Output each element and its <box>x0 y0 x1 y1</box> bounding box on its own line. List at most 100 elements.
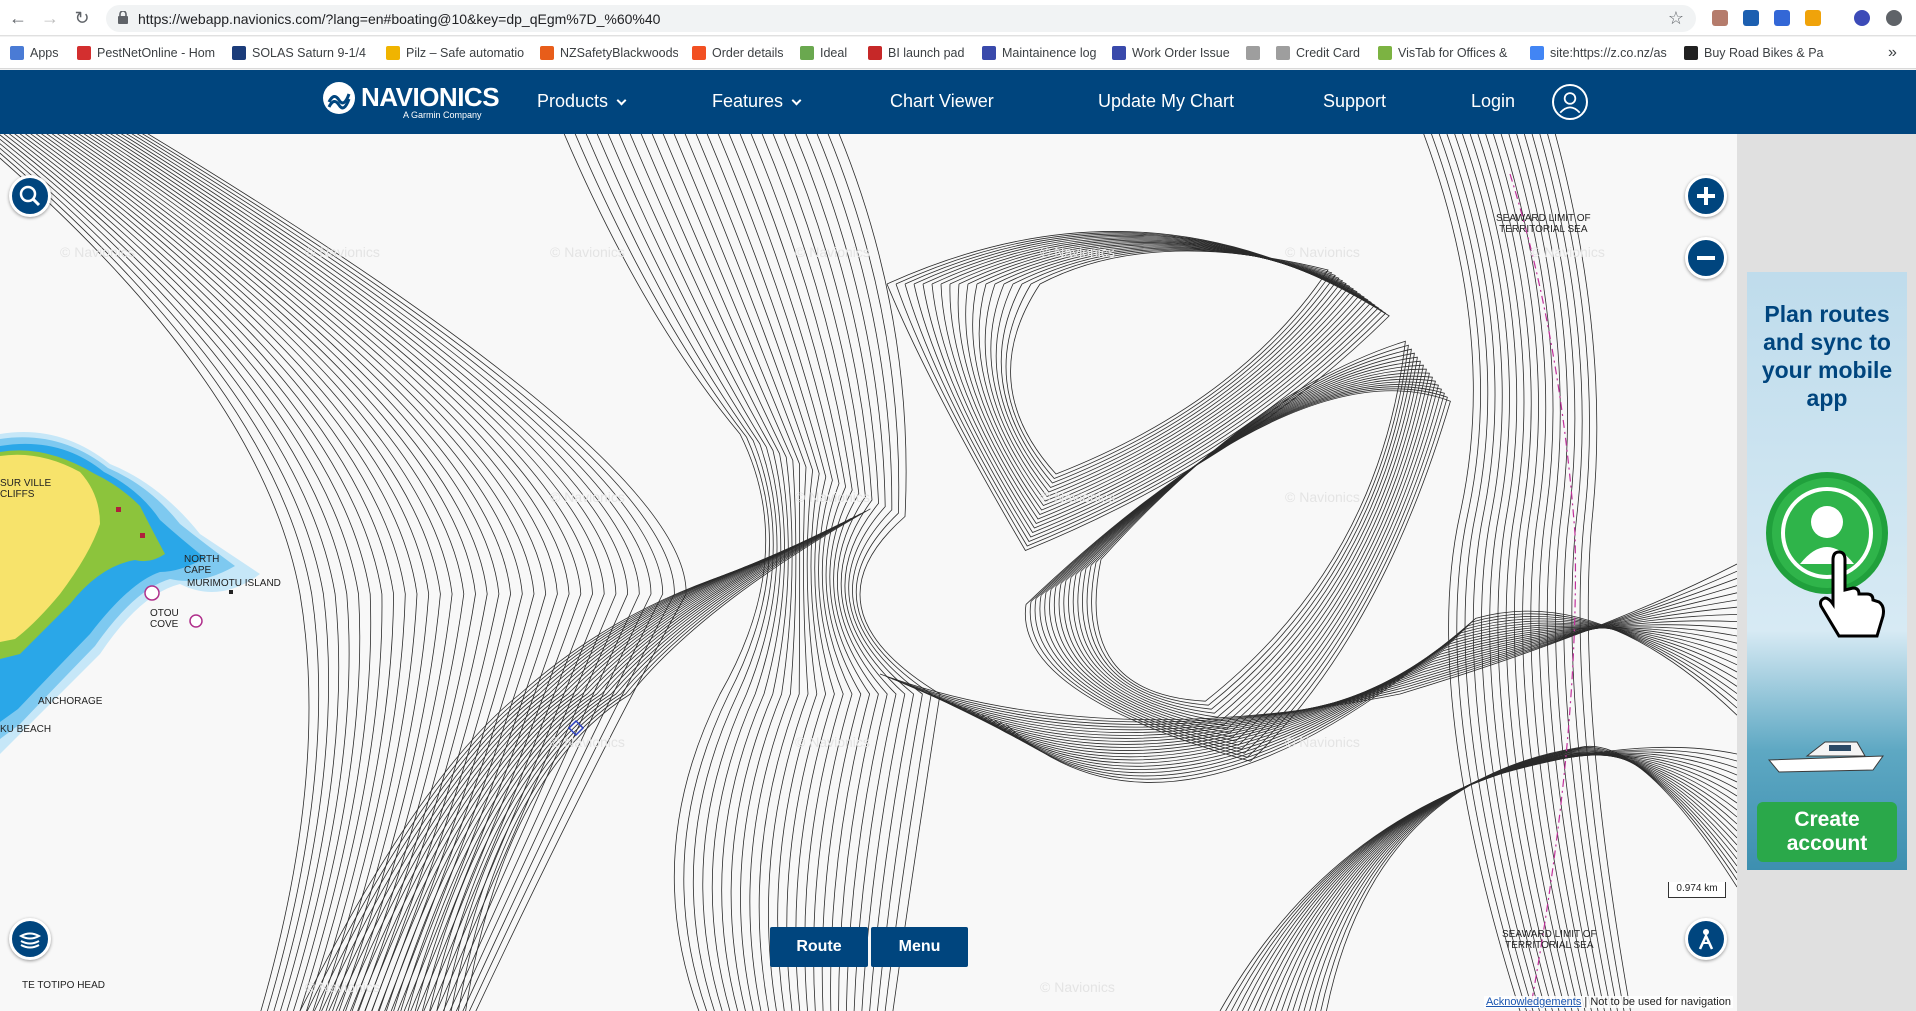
more-bookmarks-icon[interactable]: » <box>1888 43 1908 63</box>
bookmark-star-icon[interactable]: ☆ <box>1668 8 1684 29</box>
depth-contour <box>1068 364 1424 726</box>
depth-contour <box>1029 388 1448 758</box>
depth-contour <box>1236 752 1737 1011</box>
acknowledgements-link[interactable]: Acknowledgements <box>1486 996 1581 1008</box>
bookmark-item[interactable]: PestNetOnline - Hom <box>77 43 217 63</box>
place-label: OTOU COVE <box>150 608 179 630</box>
bookmark-item[interactable]: Maintainence log <box>982 43 1110 63</box>
bookmark-item[interactable]: Order details <box>692 43 792 63</box>
extension-chart-icon[interactable] <box>1805 10 1821 26</box>
bookmark-apps[interactable]: Apps <box>10 43 68 63</box>
territorial-sea-label: SEAWARD LIMIT OF TERRITORIAL SEA <box>1496 213 1591 235</box>
nautical-chart-map[interactable]: © Navionics © Navionics © Navionics © Na… <box>0 134 1737 1011</box>
chevron-down-icon <box>791 95 802 106</box>
bookmark-item[interactable]: VisTab for Offices & <box>1378 43 1512 63</box>
extension-doc-icon[interactable] <box>1774 10 1790 26</box>
watermark: © Navionics <box>550 489 625 505</box>
hand-cursor-icon <box>1819 550 1885 638</box>
plus-icon <box>1697 187 1715 205</box>
place-label: SUR VILLE CLIFFS <box>0 478 52 500</box>
place-label: KU BEACH <box>0 724 52 735</box>
zoom-out-button[interactable] <box>1685 237 1727 279</box>
depth-contour <box>1314 748 1737 1011</box>
depth-contour <box>393 532 823 1011</box>
nav-update-my-chart[interactable]: Update My Chart <box>1098 91 1234 112</box>
watermark: © Navionics <box>60 244 135 260</box>
depth-contour <box>957 240 1362 515</box>
update-icon[interactable] <box>1886 10 1902 26</box>
search-icon <box>19 185 41 207</box>
locate-me-button[interactable] <box>1685 918 1727 960</box>
watermark: © Navionics <box>305 979 380 995</box>
ad-banner[interactable]: Plan routes and sync to your mobile app … <box>1747 272 1907 870</box>
depth-contour <box>1309 749 1737 1011</box>
depth-contour <box>897 585 1737 728</box>
bookmark-item[interactable]: Ideal <box>800 43 856 63</box>
depth-contour <box>1423 134 1521 1011</box>
person-location-icon <box>1698 929 1714 950</box>
nav-features[interactable]: Features <box>712 91 802 112</box>
bookmark-item[interactable]: site:https://z.co.nz/as <box>1530 43 1670 63</box>
nav-login[interactable]: Login <box>1471 91 1515 112</box>
site-header: NAVIONICS A Garmin Company Products Feat… <box>0 70 1916 134</box>
watermark: © Navionics <box>550 734 625 750</box>
search-button[interactable] <box>9 175 51 217</box>
bookmark-item[interactable]: BI launch pad <box>868 43 978 63</box>
extension-shield-icon[interactable] <box>1743 10 1759 26</box>
watermark: © Navionics <box>305 244 380 260</box>
nav-support[interactable]: Support <box>1323 91 1386 112</box>
layers-icon <box>18 932 42 949</box>
depth-contour <box>939 626 1737 748</box>
depth-contour <box>1531 134 1612 1011</box>
url-text[interactable]: https://webapp.navionics.com/?lang=en#bo… <box>138 11 660 27</box>
depth-contour <box>794 134 906 1011</box>
bookmarks-bar: Apps PestNetOnline - Hom SOLAS Saturn 9-… <box>0 37 1916 69</box>
extension-icon[interactable] <box>1712 10 1728 26</box>
depth-contour <box>1242 753 1737 1011</box>
logo-subtitle: A Garmin Company <box>403 110 482 120</box>
watermark: © Navionics <box>1040 489 1115 505</box>
watermark: © Navionics <box>550 244 625 260</box>
bookmark-item[interactable] <box>1246 43 1262 63</box>
layers-button[interactable] <box>9 918 51 960</box>
depth-contour <box>1247 754 1737 1011</box>
depth-contour <box>1485 134 1573 1011</box>
depth-contour <box>772 134 888 1011</box>
depth-contour <box>342 549 789 1011</box>
forward-arrow-icon[interactable]: → <box>38 6 62 30</box>
bookmark-item[interactable]: Pilz – Safe automatio <box>386 43 524 63</box>
zoom-in-button[interactable] <box>1685 175 1727 217</box>
route-button[interactable]: Route <box>770 927 868 967</box>
bookmark-item[interactable]: NZSafetyBlackwoods <box>540 43 678 63</box>
depth-contour <box>978 244 1351 502</box>
menu-button[interactable]: Menu <box>871 927 968 967</box>
profile-avatar[interactable] <box>1854 10 1870 26</box>
depth-contour <box>1523 134 1605 1011</box>
territorial-sea-limit-line <box>1509 173 1577 1011</box>
back-arrow-icon[interactable]: ← <box>6 6 30 30</box>
place-label: MURIMOTU ISLAND <box>187 578 281 589</box>
ad-sidebar: Plan routes and sync to your mobile app … <box>1737 134 1916 1011</box>
reload-icon[interactable]: ↻ <box>70 6 94 30</box>
user-account-icon[interactable] <box>1552 84 1588 120</box>
depth-contour <box>984 245 1347 497</box>
nav-products[interactable]: Products <box>537 91 627 112</box>
address-bar[interactable]: https://webapp.navionics.com/?lang=en#bo… <box>106 5 1696 32</box>
nav-chart-viewer[interactable]: Chart Viewer <box>890 91 994 112</box>
chart-canvas[interactable] <box>0 134 1737 1011</box>
watermark: © Navionics <box>1285 734 1360 750</box>
depth-contour <box>927 620 1737 742</box>
logo-text: NAVIONICS <box>361 82 500 112</box>
depth-contour <box>1539 134 1618 1011</box>
bookmark-item[interactable]: SOLAS Saturn 9-1/4 <box>232 43 370 63</box>
depth-contour <box>1225 749 1737 1011</box>
depth-contour <box>1219 746 1737 1011</box>
bookmark-item[interactable]: Credit Card <box>1276 43 1386 63</box>
navionics-logo-icon <box>323 82 355 114</box>
create-account-button[interactable]: Create account <box>1757 802 1897 862</box>
place-label: TE TOTIPO HEAD <box>22 980 105 991</box>
bookmark-item[interactable]: Buy Road Bikes & Pa <box>1684 43 1836 63</box>
bookmark-item[interactable]: Work Order Issue <box>1112 43 1242 63</box>
depth-contour <box>607 134 782 1011</box>
watermark: © Navionics <box>1040 979 1115 995</box>
